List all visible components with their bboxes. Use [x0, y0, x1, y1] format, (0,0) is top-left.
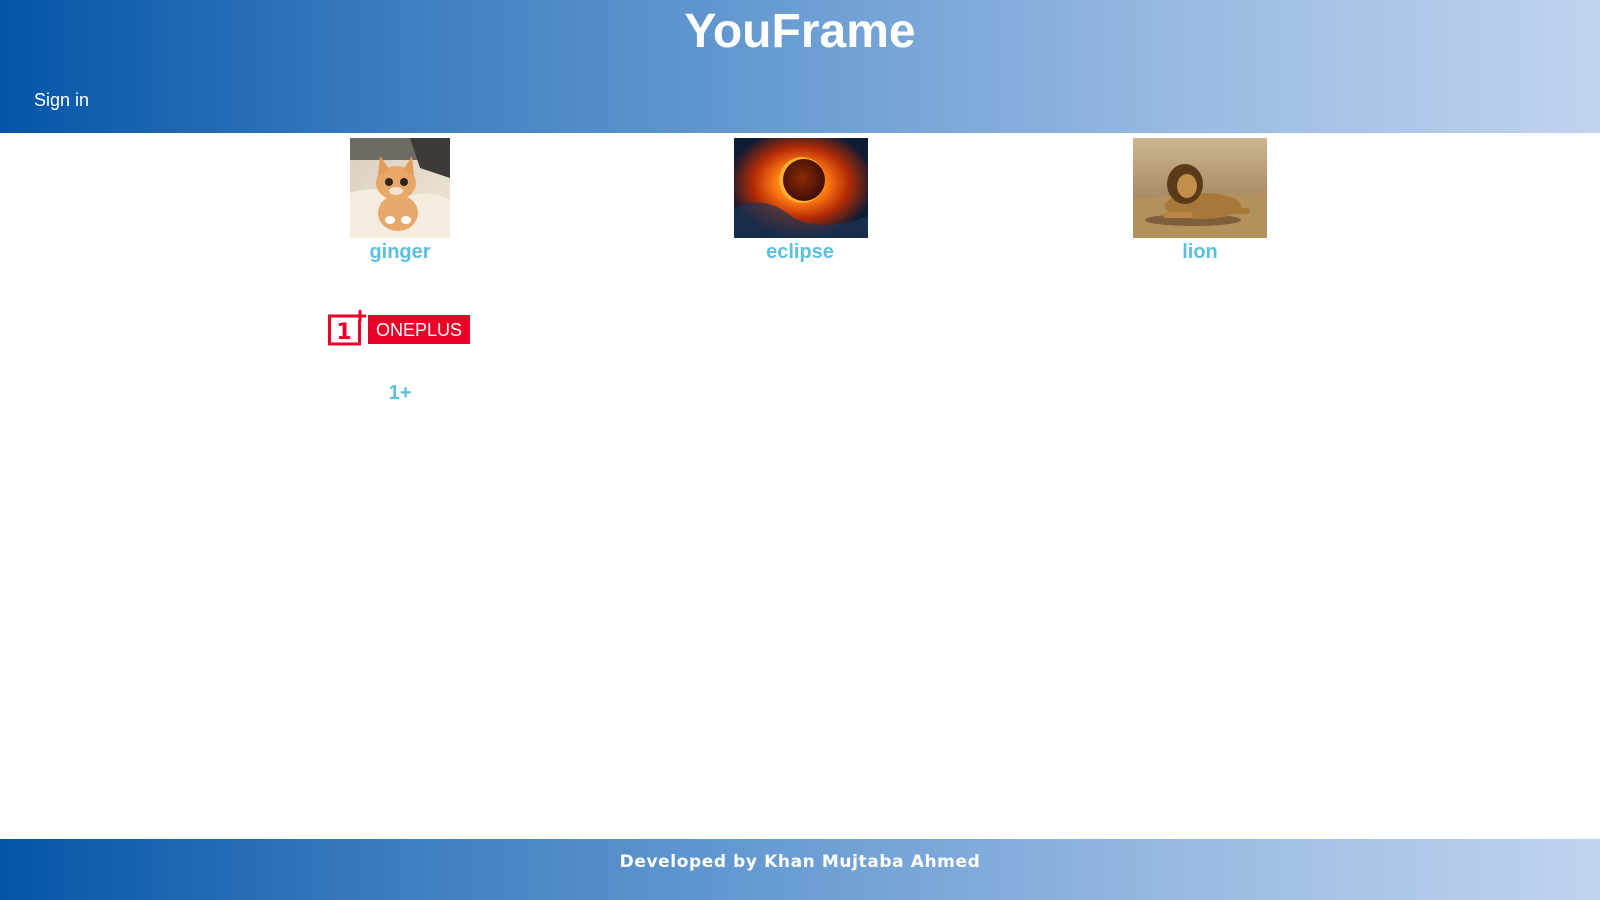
gallery-item-oneplus[interactable]: 1 ONEPLUS	[328, 310, 472, 346]
caption-oneplus[interactable]: 1+	[300, 381, 500, 405]
gallery-item-eclipse[interactable]	[734, 138, 868, 238]
footer-credit: Developed by Khan Mujtaba Ahmed	[619, 852, 981, 872]
sign-in-link[interactable]: Sign in	[34, 89, 89, 111]
gallery-item-ginger[interactable]	[350, 138, 450, 238]
eclipse-image[interactable]	[734, 138, 868, 238]
gallery-item-lion[interactable]	[1133, 138, 1267, 238]
caption-lion[interactable]: lion	[1100, 240, 1300, 264]
caption-eclipse[interactable]: eclipse	[700, 240, 900, 264]
site-footer: Developed by Khan Mujtaba Ahmed	[0, 839, 1600, 900]
oneplus-logo-text: ONEPLUS	[376, 320, 462, 340]
svg-text:1: 1	[336, 320, 351, 345]
site-header: YouFrame Sign in	[0, 0, 1600, 133]
oneplus-logo-image[interactable]: 1 ONEPLUS	[328, 310, 472, 346]
caption-ginger[interactable]: ginger	[300, 240, 500, 264]
ginger-image[interactable]	[350, 138, 450, 238]
lion-image[interactable]	[1133, 138, 1267, 238]
site-title: YouFrame	[684, 5, 916, 58]
